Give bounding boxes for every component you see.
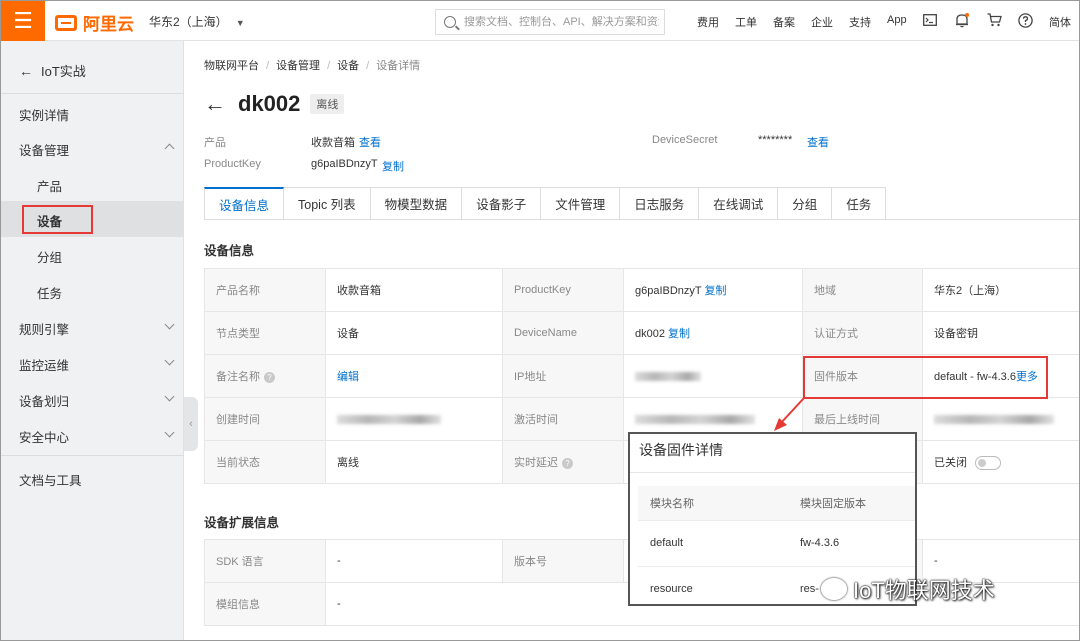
watermark-text: IoT物联网技术 (853, 578, 995, 603)
console-window: ☰ 阿里云 华东2（上海）▼ 费用 工单 备案 企业 支持 App 简体 (0, 0, 1080, 641)
annotation-arrow (774, 397, 805, 431)
module-version: fw-4.3.6 (788, 520, 915, 567)
table-header-row: 模块名称 模块固定版本 (638, 486, 915, 521)
column-header-module-name: 模块名称 (638, 486, 788, 521)
table-row: default fw-4.3.6 (638, 520, 915, 567)
popup-divider (630, 472, 915, 473)
wechat-icon (821, 578, 847, 600)
module-name: resource (650, 583, 693, 596)
module-name: default (638, 520, 788, 567)
watermark: IoT物联网技术 (821, 573, 995, 605)
column-header-module-version: 模块固定版本 (788, 486, 915, 521)
popup-title: 设备固件详情 (639, 442, 723, 458)
